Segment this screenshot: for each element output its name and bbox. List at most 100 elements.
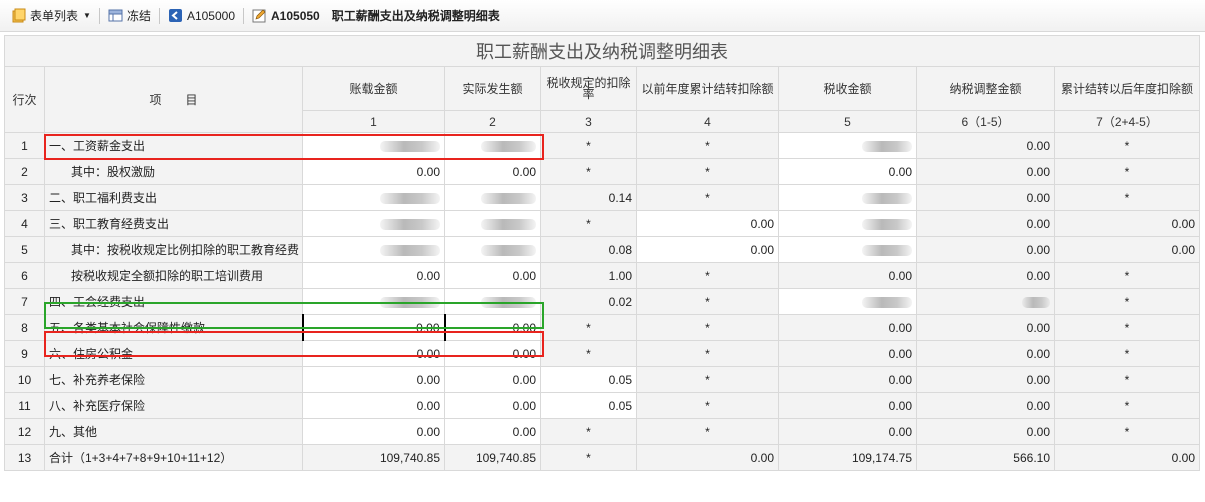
- row-item-label: 合计（1+3+4+7+8+9+10+11+12）: [44, 444, 303, 471]
- tax-adjustment-cell: 0.00: [916, 236, 1055, 263]
- header-col-number: 3: [540, 110, 637, 133]
- actual-amount-cell[interactable]: 0.00: [444, 366, 541, 393]
- actual-amount-cell[interactable]: [444, 210, 541, 237]
- book-amount-cell[interactable]: [302, 236, 445, 263]
- tax-amount-cell[interactable]: [778, 236, 917, 263]
- future-carryforward-cell: *: [1054, 288, 1200, 315]
- row-number: 10: [4, 366, 45, 393]
- toolbar-divider: [243, 7, 244, 24]
- back-button[interactable]: A105000: [163, 5, 240, 27]
- table-row: 2 其中：股权激励 0.00 0.00 * * 0.00 0.00 *: [4, 158, 1200, 185]
- redacted-value: [862, 218, 912, 230]
- prior-carryforward-cell: *: [636, 392, 779, 419]
- row-number: 2: [4, 158, 45, 185]
- book-amount-cell[interactable]: 0.00: [302, 418, 445, 445]
- current-form: A105050 职工薪酬支出及纳税调整明细表: [247, 5, 505, 27]
- deduction-rate-cell: *: [540, 444, 637, 471]
- book-amount-cell[interactable]: 0.00: [301, 314, 445, 341]
- row-number: 3: [4, 184, 45, 211]
- deduction-rate-cell[interactable]: 0.05: [540, 366, 637, 393]
- tax-adjustment-cell: 0.00: [916, 158, 1055, 185]
- row-number: 13: [4, 444, 45, 471]
- tax-amount-cell[interactable]: [778, 288, 917, 315]
- future-carryforward-cell: *: [1054, 366, 1200, 393]
- table-row: 4 三、职工教育经费支出 * 0.00 0.00 0.00: [4, 210, 1200, 237]
- book-amount-cell[interactable]: 0.00: [302, 340, 445, 367]
- form-list-button[interactable]: 表单列表 ▼: [6, 5, 96, 27]
- toolbar-divider: [98, 7, 100, 24]
- tax-amount-cell[interactable]: [778, 132, 917, 159]
- actual-amount-cell[interactable]: [444, 184, 541, 211]
- actual-amount-cell[interactable]: 0.00: [444, 262, 541, 289]
- actual-amount-cell[interactable]: [444, 288, 541, 315]
- toolbar-divider: [158, 7, 160, 24]
- book-amount-cell[interactable]: [302, 184, 445, 211]
- table-row: 12 九、其他 0.00 0.00 * * 0.00 0.00 *: [4, 418, 1200, 445]
- book-amount-cell[interactable]: [302, 288, 445, 315]
- header-col-number: 7（2+4-5）: [1054, 110, 1200, 133]
- deduction-rate-cell[interactable]: 0.05: [540, 392, 637, 419]
- row-number: 9: [4, 340, 45, 367]
- deduction-rate-cell: 0.14: [540, 184, 637, 211]
- row-item-label: 五、各类基本社会保障性缴款: [44, 314, 303, 341]
- tax-adjustment-cell: 0.00: [916, 366, 1055, 393]
- tax-adjustment-cell: 0.00: [916, 392, 1055, 419]
- tax-adjustment-cell: 0.00: [916, 132, 1055, 159]
- book-amount-cell[interactable]: [302, 210, 445, 237]
- actual-amount-cell[interactable]: 0.00: [444, 340, 541, 367]
- current-form-code: A105050: [271, 8, 320, 23]
- freeze-label: 冻结: [126, 9, 151, 23]
- prior-carryforward-cell: *: [636, 366, 779, 393]
- prior-carryforward-cell[interactable]: 0.00: [636, 236, 779, 263]
- future-carryforward-cell: 0.00: [1054, 210, 1200, 237]
- header-col-number: 2: [444, 110, 541, 133]
- toolbar: 表单列表 ▼ 冻结 A105000 A105050 职工薪酬支出及纳税调整明细表: [0, 0, 1205, 32]
- tax-amount-cell[interactable]: [778, 210, 917, 237]
- row-item-label: 四、工会经费支出: [44, 288, 303, 315]
- header-col-number: 5: [778, 110, 917, 133]
- deduction-rate-cell: *: [540, 132, 637, 159]
- header-tax-amount: 税收金额: [778, 66, 917, 111]
- redacted-value: [380, 140, 440, 152]
- tax-amount-cell: 0.00: [778, 366, 917, 393]
- book-amount-cell[interactable]: 0.00: [302, 366, 445, 393]
- book-amount-cell[interactable]: 0.00: [302, 262, 445, 289]
- row-item-label: 六、住房公积金: [44, 340, 303, 367]
- actual-amount-cell[interactable]: 0.00: [444, 158, 541, 185]
- book-amount-cell[interactable]: 0.00: [302, 392, 445, 419]
- prior-carryforward-cell: *: [636, 262, 779, 289]
- actual-amount-cell[interactable]: 0.00: [444, 392, 541, 419]
- prior-carryforward-cell: *: [636, 314, 779, 341]
- future-carryforward-cell: *: [1054, 314, 1200, 341]
- row-number: 8: [4, 314, 45, 341]
- future-carryforward-cell: *: [1054, 184, 1200, 211]
- book-amount-cell[interactable]: 0.00: [302, 158, 445, 185]
- row-item-label: 二、职工福利费支出: [44, 184, 303, 211]
- row-item-label: 八、补充医疗保险: [44, 392, 303, 419]
- tax-amount-cell[interactable]: 0.00: [778, 158, 917, 185]
- redacted-value: [481, 244, 536, 256]
- prior-carryforward-cell[interactable]: 0.00: [636, 210, 779, 237]
- deduction-rate-cell: 1.00: [540, 262, 637, 289]
- table-row: 13 合计（1+3+4+7+8+9+10+11+12） 109,740.85 109,…: [4, 444, 1200, 471]
- book-amount-cell[interactable]: [302, 132, 445, 159]
- table-row: 8 五、各类基本社会保障性缴款 0.00 0.00 * * 0.00 0.00 *: [4, 314, 1200, 341]
- tax-adjustment-cell: [916, 288, 1055, 315]
- actual-amount-cell[interactable]: [444, 132, 541, 159]
- actual-amount-cell[interactable]: [444, 236, 541, 263]
- tax-adjustment-cell: 0.00: [916, 418, 1055, 445]
- tax-amount-cell[interactable]: [778, 184, 917, 211]
- actual-amount-cell[interactable]: 0.00: [444, 418, 541, 445]
- redacted-value: [481, 140, 536, 152]
- back-arrow-icon: [168, 8, 183, 23]
- deduction-rate-cell: *: [540, 210, 637, 237]
- prior-carryforward-cell: *: [636, 158, 779, 185]
- actual-amount-cell[interactable]: 0.00: [443, 314, 541, 341]
- tax-amount-cell: 0.00: [778, 418, 917, 445]
- prior-carryforward-cell: *: [636, 288, 779, 315]
- freeze-button[interactable]: 冻结: [103, 5, 156, 27]
- prior-carryforward-cell: 0.00: [636, 444, 779, 471]
- redacted-value: [481, 192, 536, 204]
- tax-amount-cell: 0.00: [778, 392, 917, 419]
- deduction-rate-cell: *: [540, 314, 637, 341]
